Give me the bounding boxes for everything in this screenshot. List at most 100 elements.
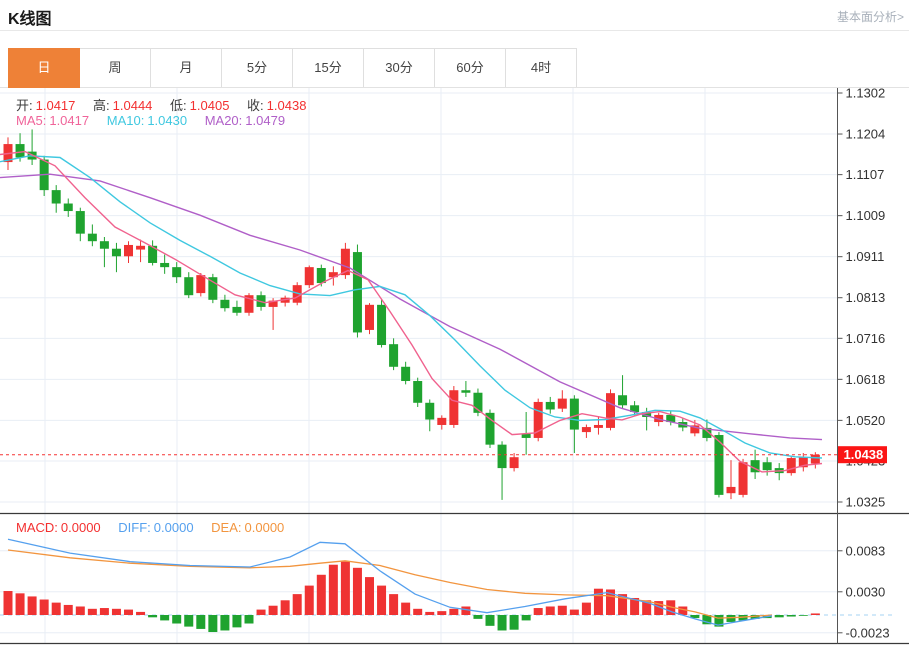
- current-price-badge-label: 1.0438: [844, 447, 884, 462]
- candle-body: [172, 267, 182, 278]
- header-divider: [0, 30, 909, 31]
- tab-60min[interactable]: 60分: [434, 48, 506, 88]
- macd-bar: [352, 567, 362, 615]
- tab-4hour[interactable]: 4时: [505, 48, 577, 88]
- macd-bar: [389, 594, 399, 615]
- macd-bar: [810, 613, 820, 615]
- macd-axis-label: 0.0083: [846, 543, 886, 558]
- price-axis-label: 1.0520: [846, 413, 886, 428]
- macd-bar: [304, 585, 314, 615]
- ma5-line: [0, 150, 823, 473]
- macd-value: 0.0000: [60, 520, 101, 535]
- macd-bar: [581, 602, 591, 615]
- kline-app: K线图 基本面分析> 日 周 月 5分 15分 30分 60分 4时 1.130…: [0, 0, 909, 645]
- ma10-label: MA10:: [106, 113, 145, 128]
- macd-bar: [485, 615, 495, 626]
- page-title: K线图: [8, 11, 52, 28]
- macd-bar: [377, 585, 387, 615]
- candle-body: [75, 211, 85, 234]
- macd-bar: [413, 608, 423, 615]
- tab-day[interactable]: 日: [8, 48, 80, 88]
- macd-bar: [196, 615, 206, 629]
- macd-bar: [99, 608, 109, 615]
- macd-bar: [256, 609, 266, 615]
- macd-bar: [184, 615, 194, 627]
- ma5-label: MA5:: [16, 113, 47, 128]
- candle-body: [786, 458, 796, 474]
- candle-body: [136, 245, 146, 250]
- macd-bar: [208, 615, 218, 633]
- macd-bar: [51, 602, 61, 615]
- macd-bar: [75, 606, 85, 615]
- macd-bar: [172, 615, 182, 624]
- macd-bar: [15, 593, 25, 615]
- candle-body: [618, 395, 628, 406]
- macd-bar: [160, 615, 170, 621]
- candle-body: [184, 277, 194, 296]
- ma20-label: MA20:: [204, 113, 243, 128]
- tab-30min[interactable]: 30分: [363, 48, 435, 88]
- candle-body: [124, 244, 133, 257]
- candle-body: [557, 398, 567, 409]
- macd-bar: [280, 600, 290, 615]
- candle-body: [87, 233, 97, 242]
- candle-body: [413, 381, 423, 403]
- high-value: 1.0444: [112, 98, 153, 113]
- macd-bar: [449, 608, 459, 615]
- close-label: 收:: [247, 98, 264, 113]
- macd-bar: [244, 615, 254, 624]
- candle-body: [810, 454, 820, 464]
- candle-body: [160, 262, 170, 268]
- candle-body: [15, 144, 25, 158]
- tab-5min[interactable]: 5分: [221, 48, 293, 88]
- macd-bar: [365, 577, 374, 615]
- candle-body: [569, 398, 579, 430]
- low-label: 低:: [170, 98, 187, 113]
- macd-bar: [509, 615, 519, 630]
- candle-body: [111, 248, 121, 257]
- macd-bar: [232, 615, 242, 628]
- macd-bar: [593, 588, 603, 615]
- candle-body: [581, 427, 591, 433]
- macd-bar: [340, 561, 350, 615]
- macd-bar: [425, 611, 435, 615]
- candle-body: [99, 241, 109, 249]
- candle-body: [738, 462, 748, 495]
- candle-body: [352, 252, 362, 333]
- macd-bar: [328, 564, 338, 615]
- candle-body: [316, 267, 326, 284]
- macd-label: MACD:: [16, 520, 58, 535]
- ma-readout: MA5: 1.0417 MA10: 1.0430 MA20: 1.0479: [16, 113, 288, 128]
- tab-month[interactable]: 月: [150, 48, 222, 88]
- candle-body: [220, 299, 230, 309]
- fundamental-analysis-link[interactable]: 基本面分析>: [837, 8, 904, 25]
- candle-body: [726, 486, 736, 494]
- macd-bar: [316, 574, 326, 615]
- ma10-value: 1.0430: [147, 113, 188, 128]
- ma20-line: [0, 173, 823, 441]
- candle-body: [389, 344, 399, 367]
- macd-axis-label: -0.0023: [846, 625, 890, 640]
- tab-15min[interactable]: 15分: [292, 48, 364, 88]
- candle-body: [232, 306, 242, 313]
- macd-bar: [786, 615, 796, 617]
- open-label: 开:: [16, 98, 33, 113]
- low-value: 1.0405: [189, 98, 230, 113]
- macd-bar: [87, 608, 97, 615]
- kline-macd-chart-canvas[interactable]: 1.1302 1.1204 1.1107 1.1009 1.0911 1.0813 1.07…: [0, 88, 909, 645]
- macd-bar: [557, 605, 567, 615]
- macd-bar: [39, 599, 49, 615]
- candle-body: [304, 267, 314, 286]
- candle-body: [51, 190, 61, 204]
- macd-bar: [148, 615, 158, 618]
- open-value: 1.0417: [35, 98, 76, 113]
- candle-body: [365, 304, 374, 330]
- macd-bar: [124, 609, 133, 615]
- ohlc-readout: 开: 1.0417 高: 1.0444 低: 1.0405 收: 1.0438: [16, 95, 309, 114]
- ma10-line: [0, 155, 823, 459]
- tab-week[interactable]: 周: [79, 48, 151, 88]
- price-axis-label: 1.1107: [846, 167, 885, 182]
- close-value: 1.0438: [266, 98, 307, 113]
- dea-value: 0.0000: [244, 520, 285, 535]
- macd-bar: [136, 611, 146, 615]
